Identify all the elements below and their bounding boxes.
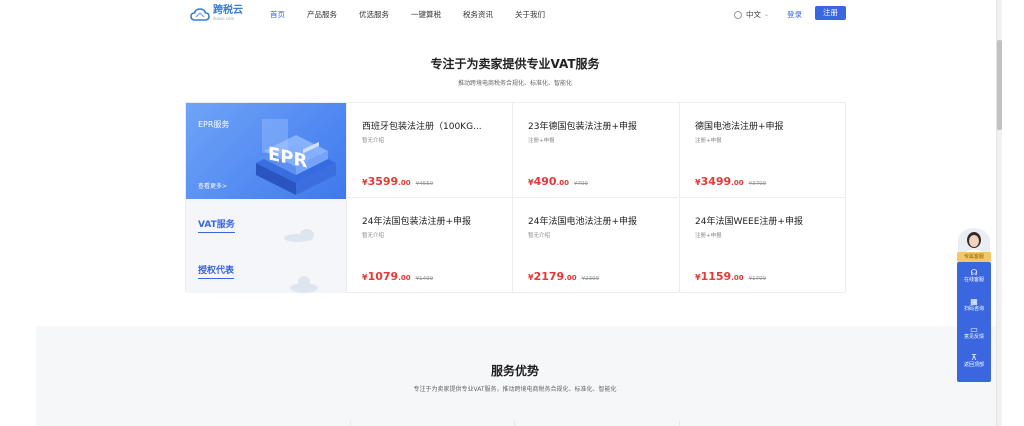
product-card[interactable]: 24年法国电池法注册+申报 暂无介绍 ¥ 2179 .00 ¥2399 <box>512 198 678 293</box>
price-decimal: .00 <box>731 274 744 282</box>
language-label: 中文 <box>746 10 761 19</box>
advantages-subtitle: 专注于为卖家提供专业VAT服务，推动跨境电商税务合规化、标准化、智能化 <box>413 386 617 393</box>
side-item-label: 意见反馈 <box>963 334 984 340</box>
top-header: 跨税云 ikasui.com 首页 产品服务 优选服务 一键算税 税务资讯 关于… <box>0 0 996 28</box>
qrcode-icon: ▦ <box>970 297 978 306</box>
exclusive-service-badge[interactable]: 专属客服 <box>957 252 991 262</box>
card-desc: 暂无介绍 <box>528 233 551 239</box>
site-logo[interactable]: 跨税云 ikasui.com <box>190 6 243 21</box>
language-selector[interactable]: 中文 ⌄ <box>734 9 769 20</box>
agent-avatar[interactable] <box>958 228 990 254</box>
tab-authorized-rep[interactable]: 授权代表 <box>198 263 235 279</box>
price-decimal: .00 <box>398 274 411 282</box>
price-decimal: .00 <box>731 179 744 187</box>
nav-tax-news[interactable]: 税务资讯 <box>463 9 493 20</box>
price-integer: 3599 <box>367 175 399 188</box>
card-title: 24年法国包装法注册+申报 <box>362 217 471 227</box>
category-column: EPR服务 EPR 查看更多> VAT服务 授权代表 <box>186 103 346 293</box>
service-panel: EPR服务 EPR 查看更多> VAT服务 授权代表 西班牙包装法注册（100K… <box>185 102 846 293</box>
side-item-label: 返回顶部 <box>963 362 984 368</box>
original-price: ¥2399 <box>581 276 600 282</box>
price-decimal: .00 <box>398 179 411 187</box>
tab-vat-service[interactable]: VAT服务 <box>198 217 235 233</box>
card-desc: 暂无介绍 <box>362 233 385 239</box>
section-title: 专注于为卖家提供专业VAT服务 <box>430 57 600 71</box>
card-title: 24年法国WEEE注册+申报 <box>695 217 803 227</box>
card-title: 西班牙包装法注册（100KG... <box>362 122 482 132</box>
cloud-logo-icon <box>190 7 210 21</box>
feedback-icon: ▭ <box>970 325 978 334</box>
side-item-label: 在线客服 <box>963 277 984 283</box>
original-price: ¥1799 <box>748 276 767 282</box>
price-integer: 1159 <box>700 270 732 283</box>
cloud-decoration <box>300 229 314 241</box>
nav-about[interactable]: 关于我们 <box>515 9 545 20</box>
price-decimal: .00 <box>556 179 569 187</box>
main-nav: 首页 产品服务 优选服务 一键算税 税务资讯 关于我们 <box>270 9 567 20</box>
card-desc: 注册+申报 <box>528 138 555 144</box>
nav-products[interactable]: 产品服务 <box>307 9 337 20</box>
back-to-top-button[interactable]: ⊼ 返回顶部 <box>957 353 991 368</box>
epr-category-label: EPR服务 <box>198 120 230 129</box>
card-title: 24年法国电池法注册+申报 <box>528 217 637 227</box>
advantages-title: 服务优势 <box>490 364 539 378</box>
card-price: ¥ 3599 .00 ¥4550 <box>362 175 433 188</box>
card-title: 23年德国包装法注册+申报 <box>528 122 637 132</box>
card-price: ¥ 3499 .00 ¥3799 <box>695 175 766 188</box>
side-panel: ☊ 在线客服 ▦ 扫码咨询 ▭ 意见反馈 ⊼ 返回顶部 <box>957 262 991 382</box>
headset-icon: ☊ <box>970 268 978 277</box>
nav-featured[interactable]: 优选服务 <box>359 9 389 20</box>
login-link[interactable]: 登录 <box>787 9 802 20</box>
original-price: ¥799 <box>573 181 588 187</box>
section-subtitle: 推动跨境电商税务合规化、标准化、智能化 <box>457 80 572 87</box>
feedback-button[interactable]: ▭ 意见反馈 <box>957 325 991 340</box>
product-card[interactable]: 24年法国WEEE注册+申报 注册+申报 ¥ 1159 .00 ¥1799 <box>679 198 845 293</box>
back-to-top-icon: ⊼ <box>971 353 977 362</box>
product-card[interactable]: 24年法国包装法注册+申报 暂无介绍 ¥ 1079 .00 ¥1499 <box>346 198 512 293</box>
product-card[interactable]: 23年德国包装法注册+申报 注册+申报 ¥ 490 .00 ¥799 <box>512 103 678 198</box>
card-price: ¥ 2179 .00 ¥2399 <box>528 270 599 283</box>
chevron-down-icon: ⌄ <box>764 11 770 18</box>
globe-icon <box>734 10 742 19</box>
register-button[interactable]: 注册 <box>815 6 846 20</box>
card-desc: 注册+申报 <box>695 233 722 239</box>
card-price: ¥ 1159 .00 ¥1799 <box>695 270 766 283</box>
side-item-label: 扫码咨询 <box>963 306 984 312</box>
product-card[interactable]: 德国电池法注册+申报 注册+申报 ¥ 3499 .00 ¥3799 <box>679 103 845 198</box>
card-price: ¥ 490 .00 ¥799 <box>528 175 588 188</box>
scan-consult-button[interactable]: ▦ 扫码咨询 <box>957 297 991 312</box>
card-price: ¥ 1079 .00 ¥1499 <box>362 270 433 283</box>
divider <box>514 421 515 426</box>
divider <box>679 421 680 426</box>
price-integer: 3499 <box>700 175 732 188</box>
category-tabs: VAT服务 授权代表 <box>186 199 346 293</box>
logo-text: 跨税云 <box>213 5 243 16</box>
price-decimal: .00 <box>564 274 577 282</box>
price-integer: 1079 <box>367 270 399 283</box>
epr-category-card[interactable]: EPR服务 EPR 查看更多> <box>186 103 346 199</box>
epr-more-link[interactable]: 查看更多> <box>198 181 227 190</box>
nav-tax-calc[interactable]: 一键算税 <box>411 9 441 20</box>
product-card[interactable]: 西班牙包装法注册（100KG... 暂无介绍 ¥ 3599 .00 ¥4550 <box>346 103 512 198</box>
logo-subtext: ikasui.com <box>213 16 235 21</box>
card-desc: 暂无介绍 <box>362 138 385 144</box>
original-price: ¥3799 <box>748 181 767 187</box>
window-edge <box>1002 0 1024 426</box>
nav-home[interactable]: 首页 <box>270 9 285 20</box>
card-title: 德国电池法注册+申报 <box>695 122 784 132</box>
price-integer: 490 <box>533 175 557 188</box>
online-service-button[interactable]: ☊ 在线客服 <box>957 268 991 283</box>
card-desc: 注册+申报 <box>695 138 722 144</box>
divider <box>350 421 351 426</box>
original-price: ¥1499 <box>415 276 434 282</box>
price-integer: 2179 <box>533 270 565 283</box>
epr-illustration: EPR <box>248 117 344 199</box>
original-price: ¥4550 <box>415 181 434 187</box>
cloud-decoration <box>298 276 310 288</box>
